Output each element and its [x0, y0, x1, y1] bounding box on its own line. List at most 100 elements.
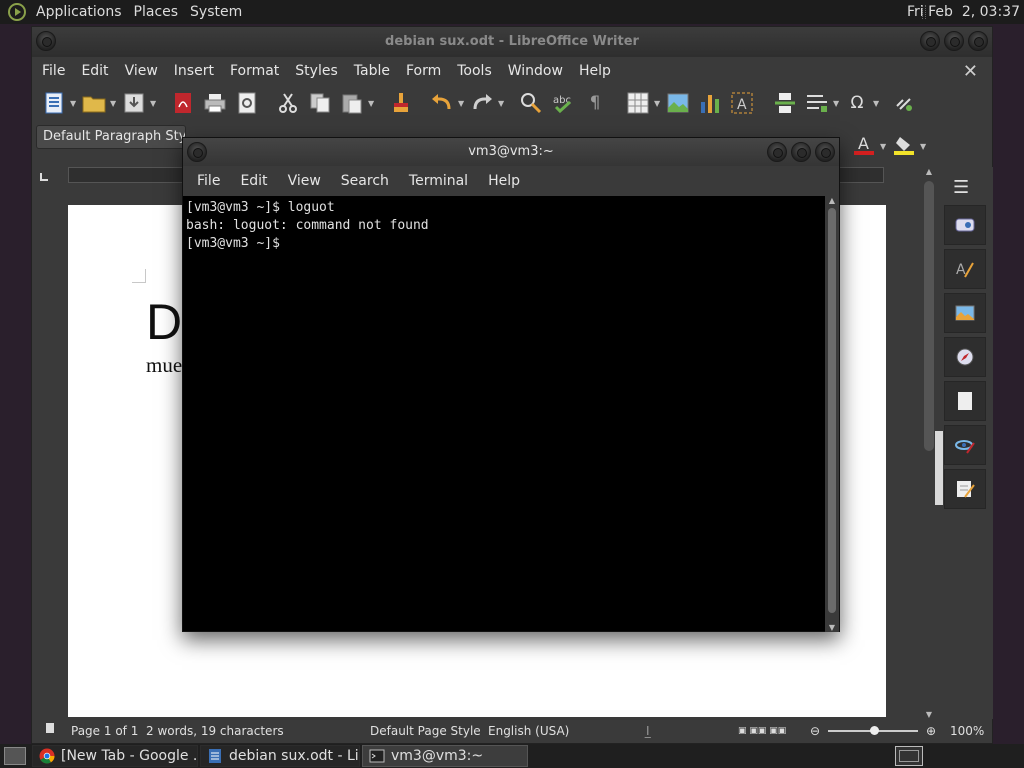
copy-icon[interactable] — [307, 90, 333, 116]
undo-icon[interactable] — [429, 90, 455, 116]
scrollbar-thumb[interactable] — [828, 208, 836, 613]
workspace-switcher[interactable] — [895, 746, 923, 766]
minimize-button[interactable] — [767, 142, 787, 162]
view-layout-icons[interactable]: ▣ ▣▣ ▣▣ — [738, 726, 786, 736]
scroll-down-arrow[interactable]: ▼ — [825, 623, 839, 632]
menu-form[interactable]: Form — [398, 63, 449, 79]
applications-menu[interactable]: Applications — [30, 4, 128, 20]
menu-file[interactable]: File — [34, 63, 73, 79]
tab-stop-selector[interactable] — [40, 173, 48, 181]
chevron-down-icon[interactable]: ▼ — [920, 142, 928, 151]
page-deck-button[interactable] — [944, 381, 986, 421]
menu-styles[interactable]: Styles — [287, 63, 345, 79]
chevron-down-icon[interactable]: ▼ — [150, 99, 158, 108]
terminal-menu-search[interactable]: Search — [331, 173, 399, 189]
cut-icon[interactable] — [275, 90, 301, 116]
language-status[interactable]: English (USA) — [488, 724, 569, 738]
page-count[interactable]: Page 1 of 1 — [71, 724, 138, 738]
terminal-menu-terminal[interactable]: Terminal — [399, 173, 478, 189]
places-menu[interactable]: Places — [128, 4, 185, 20]
taskbar-item-terminal[interactable]: vm3@vm3:~ — [362, 745, 528, 767]
minimize-button[interactable] — [920, 31, 940, 51]
manage-changes-deck-button[interactable] — [944, 425, 986, 465]
properties-deck-button[interactable] — [944, 205, 986, 245]
terminal-scrollbar[interactable]: ▲ ▼ — [825, 196, 839, 632]
design-deck-button[interactable] — [944, 469, 986, 509]
paragraph-style-select[interactable]: Default Paragraph Style — [36, 125, 186, 149]
paste-icon[interactable] — [339, 90, 365, 116]
menu-window[interactable]: Window — [500, 63, 571, 79]
save-icon[interactable] — [121, 90, 147, 116]
styles-deck-button[interactable]: A — [944, 249, 986, 289]
zoom-level[interactable]: 100% — [950, 724, 984, 738]
menu-table[interactable]: Table — [346, 63, 398, 79]
formatting-marks-icon[interactable]: ¶ — [582, 90, 608, 116]
terminal-screen[interactable]: [vm3@vm3 ~]$ loguot bash: loguot: command… — [183, 196, 827, 631]
insert-chart-icon[interactable] — [697, 90, 723, 116]
print-icon[interactable] — [202, 90, 228, 116]
chevron-down-icon[interactable]: ▼ — [70, 99, 78, 108]
find-replace-icon[interactable] — [518, 90, 544, 116]
spellcheck-icon[interactable]: abc — [550, 90, 576, 116]
insert-page-break-icon[interactable] — [772, 90, 798, 116]
gallery-deck-button[interactable] — [944, 293, 986, 333]
navigator-deck-button[interactable] — [944, 337, 986, 377]
chevron-down-icon[interactable]: ▼ — [880, 142, 888, 151]
special-character-icon[interactable]: Ω — [844, 90, 870, 116]
menu-format[interactable]: Format — [222, 63, 287, 79]
close-document-icon[interactable]: ✕ — [963, 61, 978, 82]
sidebar-collapse-handle[interactable] — [935, 431, 943, 505]
menu-tools[interactable]: Tools — [449, 63, 500, 79]
font-color-icon[interactable]: A — [852, 135, 876, 157]
close-button[interactable] — [968, 31, 988, 51]
clone-formatting-icon[interactable] — [388, 90, 414, 116]
terminal-menu-edit[interactable]: Edit — [230, 173, 277, 189]
chevron-down-icon[interactable]: ▼ — [873, 99, 881, 108]
close-button[interactable] — [815, 142, 835, 162]
zoom-slider-thumb[interactable] — [870, 726, 879, 735]
scroll-up-arrow[interactable]: ▲ — [825, 196, 839, 205]
insert-textbox-icon[interactable]: A — [729, 90, 755, 116]
menu-view[interactable]: View — [117, 63, 166, 79]
writer-titlebar[interactable]: debian sux.odt - LibreOffice Writer — [32, 27, 992, 57]
maximize-button[interactable] — [791, 142, 811, 162]
taskbar-item-browser[interactable]: [New Tab - Google ... — [32, 745, 198, 767]
chevron-down-icon[interactable]: ▼ — [368, 99, 376, 108]
maximize-button[interactable] — [944, 31, 964, 51]
new-document-icon[interactable] — [41, 90, 67, 116]
page-style-status[interactable]: Default Page Style — [370, 724, 481, 738]
highlight-color-icon[interactable] — [892, 135, 916, 157]
redo-icon[interactable] — [469, 90, 495, 116]
insert-table-icon[interactable] — [625, 90, 651, 116]
word-count[interactable]: 2 words, 19 characters — [146, 724, 284, 738]
insert-field-icon[interactable] — [804, 90, 830, 116]
sidebar-menu-icon[interactable]: ☰ — [953, 177, 969, 198]
window-menu-button[interactable] — [36, 31, 56, 51]
chevron-down-icon[interactable]: ▼ — [458, 99, 466, 108]
terminal-menu-file[interactable]: File — [187, 173, 230, 189]
chevron-down-icon[interactable]: ▼ — [110, 99, 118, 108]
system-menu[interactable]: System — [184, 4, 248, 20]
zoom-out-icon[interactable]: ⊖ — [810, 724, 820, 738]
distro-logo-icon[interactable] — [8, 3, 26, 21]
menu-edit[interactable]: Edit — [73, 63, 116, 79]
scrollbar-thumb[interactable] — [924, 181, 934, 451]
open-folder-icon[interactable] — [81, 90, 107, 116]
hyperlink-icon[interactable] — [891, 90, 917, 116]
chevron-down-icon[interactable]: ▼ — [833, 99, 841, 108]
scroll-down-arrow[interactable]: ▼ — [922, 710, 936, 719]
menu-help[interactable]: Help — [571, 63, 619, 79]
document-subtext[interactable]: mue — [146, 353, 182, 378]
scroll-up-arrow[interactable]: ▲ — [922, 167, 936, 176]
terminal-menu-view[interactable]: View — [278, 173, 331, 189]
menu-insert[interactable]: Insert — [166, 63, 222, 79]
chevron-down-icon[interactable]: ▼ — [654, 99, 662, 108]
writer-vertical-scrollbar[interactable]: ▲ ▼ — [922, 167, 936, 719]
taskbar-item-writer[interactable]: debian sux.odt - Lib... — [200, 745, 360, 767]
window-menu-button[interactable] — [187, 142, 207, 162]
show-desktop-icon[interactable] — [4, 747, 26, 765]
terminal-menu-help[interactable]: Help — [478, 173, 530, 189]
insert-mode-icon[interactable]: I̲ — [646, 724, 650, 738]
terminal-titlebar[interactable]: vm3@vm3:~ — [183, 138, 839, 166]
insert-image-icon[interactable] — [665, 90, 691, 116]
